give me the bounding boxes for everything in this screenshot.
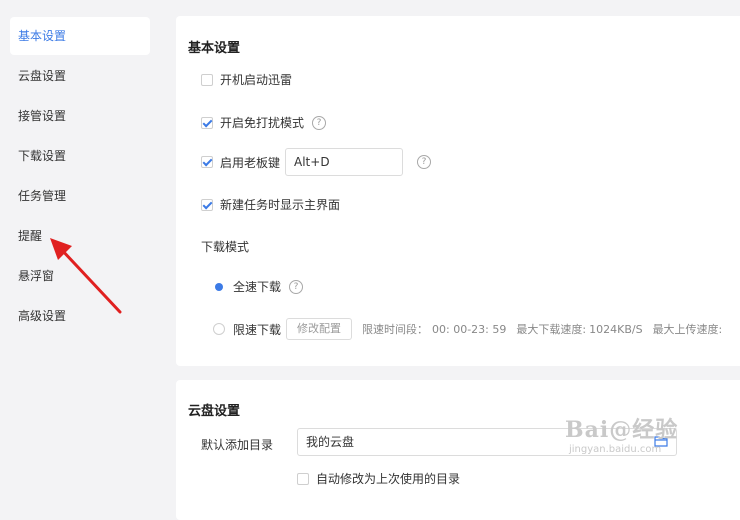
show-main-label: 新建任务时显示主界面: [220, 198, 341, 212]
full-speed-label: 全速下载: [233, 280, 282, 294]
watermark: Bai@经验 jingyan.baidu.com: [565, 412, 678, 455]
auto-change-dir-option[interactable]: 自动修改为上次使用的目录: [297, 470, 460, 487]
limited-speed-option[interactable]: 限速下载 修改配置 限速时间段： 00: 00-23: 59 最大下载速度: 1…: [213, 318, 722, 340]
watermark-url: jingyan.baidu.com: [569, 444, 662, 455]
default-dir-label: 默认添加目录: [201, 436, 273, 453]
sidebar-item-takeover-settings[interactable]: 接管设置: [10, 97, 150, 135]
sidebar-item-download-settings[interactable]: 下载设置: [10, 137, 150, 175]
auto-change-dir-checkbox[interactable]: [297, 472, 309, 485]
autostart-label: 开机启动迅雷: [220, 73, 293, 87]
limited-speed-radio[interactable]: [213, 323, 225, 335]
help-icon[interactable]: ?: [417, 155, 432, 169]
auto-change-dir-label: 自动修改为上次使用的目录: [316, 472, 461, 486]
show-main-checkbox[interactable]: [201, 198, 213, 211]
max-upload-label: 最大上传速度:: [652, 323, 723, 336]
default-dir-value: 我的云盘: [306, 435, 355, 449]
modify-config-button[interactable]: 修改配置: [286, 318, 353, 340]
full-speed-option[interactable]: 全速下载 ?: [213, 278, 304, 295]
download-mode-label: 下载模式: [201, 238, 249, 255]
download-mode-heading: 下载模式: [201, 240, 250, 254]
autostart-option[interactable]: 开机启动迅雷: [201, 71, 292, 88]
max-download-value: 1024KB/S: [589, 322, 643, 336]
annotation-arrow: [50, 238, 122, 314]
boss-key-input[interactable]: Alt+D: [285, 148, 404, 176]
sidebar-item-task-management[interactable]: 任务管理: [10, 177, 150, 215]
limited-speed-label: 限速下载: [233, 322, 282, 337]
watermark-logo: Bai@经验: [565, 417, 679, 443]
boss-key-option[interactable]: 启用老板键 Alt+D ?: [201, 148, 432, 176]
autostart-checkbox[interactable]: [201, 73, 213, 86]
basic-settings-panel: 基本设置 开机启动迅雷 开启免打扰模式 ? 启用老板键 Alt+D ? 新建任务…: [176, 16, 740, 366]
help-icon[interactable]: ?: [312, 115, 327, 130]
full-speed-radio[interactable]: [213, 280, 225, 293]
limit-period-value: 00: 00-23: 59: [432, 322, 507, 336]
limit-period-label: 限速时间段：: [362, 323, 429, 336]
sidebar-item-cloud-settings[interactable]: 云盘设置: [10, 57, 150, 95]
help-icon[interactable]: ?: [289, 279, 304, 294]
default-dir-text: 默认添加目录: [201, 438, 274, 452]
boss-key-checkbox[interactable]: [201, 156, 213, 168]
basic-settings-title: 基本设置: [188, 41, 241, 56]
dnd-label: 开启免打扰模式: [220, 116, 305, 130]
dnd-checkbox[interactable]: [201, 116, 213, 129]
max-download-label: 最大下载速度:: [516, 323, 587, 336]
cloud-settings-title: 云盘设置: [188, 404, 241, 419]
show-main-option[interactable]: 新建任务时显示主界面: [201, 196, 340, 213]
dnd-option[interactable]: 开启免打扰模式 ?: [201, 114, 327, 131]
boss-key-label: 启用老板键: [220, 155, 281, 170]
sidebar-item-basic-settings[interactable]: 基本设置: [10, 17, 150, 55]
